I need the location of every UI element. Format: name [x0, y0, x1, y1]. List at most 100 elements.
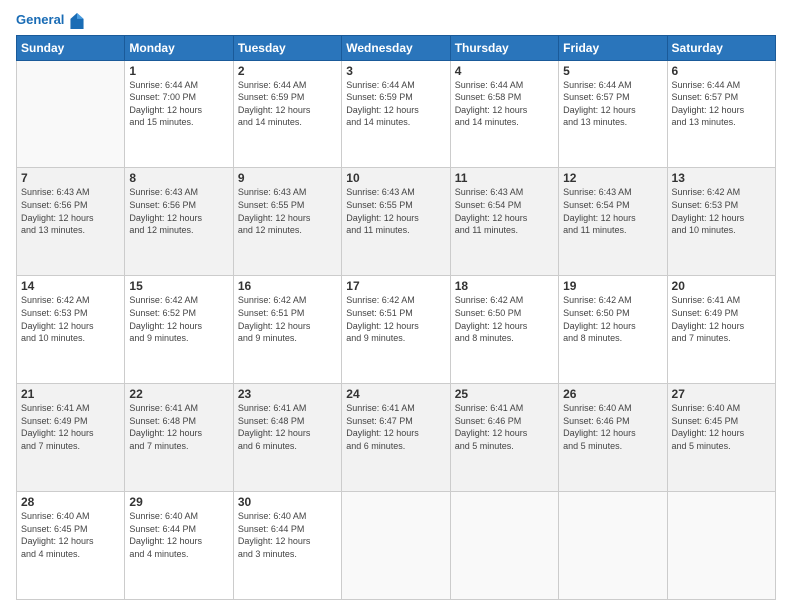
day-number: 18	[455, 279, 554, 293]
day-info: Sunrise: 6:43 AM Sunset: 6:56 PM Dayligh…	[129, 186, 228, 236]
day-info: Sunrise: 6:41 AM Sunset: 6:47 PM Dayligh…	[346, 402, 445, 452]
calendar-table: SundayMondayTuesdayWednesdayThursdayFrid…	[16, 35, 776, 600]
day-number: 26	[563, 387, 662, 401]
day-number: 27	[672, 387, 771, 401]
day-info: Sunrise: 6:44 AM Sunset: 6:59 PM Dayligh…	[238, 79, 337, 129]
calendar-cell: 16Sunrise: 6:42 AM Sunset: 6:51 PM Dayli…	[233, 276, 341, 384]
day-number: 22	[129, 387, 228, 401]
day-number: 7	[21, 171, 120, 185]
day-info: Sunrise: 6:42 AM Sunset: 6:53 PM Dayligh…	[21, 294, 120, 344]
calendar-cell: 19Sunrise: 6:42 AM Sunset: 6:50 PM Dayli…	[559, 276, 667, 384]
logo: General	[16, 12, 84, 27]
day-number: 23	[238, 387, 337, 401]
day-info: Sunrise: 6:43 AM Sunset: 6:54 PM Dayligh…	[563, 186, 662, 236]
calendar-cell: 22Sunrise: 6:41 AM Sunset: 6:48 PM Dayli…	[125, 384, 233, 492]
calendar-cell: 9Sunrise: 6:43 AM Sunset: 6:55 PM Daylig…	[233, 168, 341, 276]
day-number: 12	[563, 171, 662, 185]
day-info: Sunrise: 6:41 AM Sunset: 6:48 PM Dayligh…	[238, 402, 337, 452]
day-info: Sunrise: 6:42 AM Sunset: 6:50 PM Dayligh…	[563, 294, 662, 344]
weekday-header: Wednesday	[342, 35, 450, 60]
day-info: Sunrise: 6:41 AM Sunset: 6:46 PM Dayligh…	[455, 402, 554, 452]
day-number: 1	[129, 64, 228, 78]
day-info: Sunrise: 6:40 AM Sunset: 6:45 PM Dayligh…	[21, 510, 120, 560]
day-info: Sunrise: 6:42 AM Sunset: 6:53 PM Dayligh…	[672, 186, 771, 236]
day-info: Sunrise: 6:41 AM Sunset: 6:49 PM Dayligh…	[21, 402, 120, 452]
day-number: 3	[346, 64, 445, 78]
day-info: Sunrise: 6:40 AM Sunset: 6:45 PM Dayligh…	[672, 402, 771, 452]
day-number: 5	[563, 64, 662, 78]
day-info: Sunrise: 6:43 AM Sunset: 6:55 PM Dayligh…	[346, 186, 445, 236]
logo-text: General	[16, 12, 84, 29]
weekday-header: Monday	[125, 35, 233, 60]
day-info: Sunrise: 6:43 AM Sunset: 6:55 PM Dayligh…	[238, 186, 337, 236]
day-number: 9	[238, 171, 337, 185]
day-number: 30	[238, 495, 337, 509]
calendar-cell: 20Sunrise: 6:41 AM Sunset: 6:49 PM Dayli…	[667, 276, 775, 384]
day-number: 2	[238, 64, 337, 78]
day-info: Sunrise: 6:42 AM Sunset: 6:51 PM Dayligh…	[346, 294, 445, 344]
calendar-cell: 21Sunrise: 6:41 AM Sunset: 6:49 PM Dayli…	[17, 384, 125, 492]
day-info: Sunrise: 6:41 AM Sunset: 6:49 PM Dayligh…	[672, 294, 771, 344]
day-info: Sunrise: 6:44 AM Sunset: 6:57 PM Dayligh…	[672, 79, 771, 129]
calendar-cell: 23Sunrise: 6:41 AM Sunset: 6:48 PM Dayli…	[233, 384, 341, 492]
day-number: 19	[563, 279, 662, 293]
day-number: 8	[129, 171, 228, 185]
day-info: Sunrise: 6:43 AM Sunset: 6:54 PM Dayligh…	[455, 186, 554, 236]
day-number: 11	[455, 171, 554, 185]
day-number: 4	[455, 64, 554, 78]
calendar-cell	[559, 492, 667, 600]
calendar-cell	[450, 492, 558, 600]
day-info: Sunrise: 6:40 AM Sunset: 6:44 PM Dayligh…	[129, 510, 228, 560]
day-number: 28	[21, 495, 120, 509]
day-info: Sunrise: 6:42 AM Sunset: 6:52 PM Dayligh…	[129, 294, 228, 344]
calendar-cell	[17, 60, 125, 168]
weekday-header: Saturday	[667, 35, 775, 60]
day-info: Sunrise: 6:40 AM Sunset: 6:44 PM Dayligh…	[238, 510, 337, 560]
weekday-header: Thursday	[450, 35, 558, 60]
calendar-cell: 12Sunrise: 6:43 AM Sunset: 6:54 PM Dayli…	[559, 168, 667, 276]
weekday-header: Friday	[559, 35, 667, 60]
day-number: 15	[129, 279, 228, 293]
calendar-cell: 15Sunrise: 6:42 AM Sunset: 6:52 PM Dayli…	[125, 276, 233, 384]
weekday-header: Tuesday	[233, 35, 341, 60]
day-number: 20	[672, 279, 771, 293]
header: General	[16, 12, 776, 27]
calendar-cell: 7Sunrise: 6:43 AM Sunset: 6:56 PM Daylig…	[17, 168, 125, 276]
day-info: Sunrise: 6:44 AM Sunset: 6:58 PM Dayligh…	[455, 79, 554, 129]
day-info: Sunrise: 6:41 AM Sunset: 6:48 PM Dayligh…	[129, 402, 228, 452]
day-number: 16	[238, 279, 337, 293]
day-number: 6	[672, 64, 771, 78]
calendar-cell: 29Sunrise: 6:40 AM Sunset: 6:44 PM Dayli…	[125, 492, 233, 600]
day-info: Sunrise: 6:44 AM Sunset: 7:00 PM Dayligh…	[129, 79, 228, 129]
calendar-cell: 4Sunrise: 6:44 AM Sunset: 6:58 PM Daylig…	[450, 60, 558, 168]
page: General SundayMondayTuesdayWednesdayThur…	[0, 0, 792, 612]
day-number: 25	[455, 387, 554, 401]
calendar-cell: 5Sunrise: 6:44 AM Sunset: 6:57 PM Daylig…	[559, 60, 667, 168]
calendar-cell: 2Sunrise: 6:44 AM Sunset: 6:59 PM Daylig…	[233, 60, 341, 168]
day-number: 10	[346, 171, 445, 185]
calendar-cell: 28Sunrise: 6:40 AM Sunset: 6:45 PM Dayli…	[17, 492, 125, 600]
calendar-cell: 8Sunrise: 6:43 AM Sunset: 6:56 PM Daylig…	[125, 168, 233, 276]
day-number: 21	[21, 387, 120, 401]
calendar-cell: 17Sunrise: 6:42 AM Sunset: 6:51 PM Dayli…	[342, 276, 450, 384]
day-info: Sunrise: 6:44 AM Sunset: 6:57 PM Dayligh…	[563, 79, 662, 129]
calendar-cell: 18Sunrise: 6:42 AM Sunset: 6:50 PM Dayli…	[450, 276, 558, 384]
calendar-cell: 13Sunrise: 6:42 AM Sunset: 6:53 PM Dayli…	[667, 168, 775, 276]
weekday-header: Sunday	[17, 35, 125, 60]
day-number: 29	[129, 495, 228, 509]
calendar-cell: 11Sunrise: 6:43 AM Sunset: 6:54 PM Dayli…	[450, 168, 558, 276]
day-info: Sunrise: 6:40 AM Sunset: 6:46 PM Dayligh…	[563, 402, 662, 452]
day-number: 24	[346, 387, 445, 401]
calendar-cell: 26Sunrise: 6:40 AM Sunset: 6:46 PM Dayli…	[559, 384, 667, 492]
day-number: 17	[346, 279, 445, 293]
day-info: Sunrise: 6:43 AM Sunset: 6:56 PM Dayligh…	[21, 186, 120, 236]
calendar-cell	[667, 492, 775, 600]
day-number: 14	[21, 279, 120, 293]
calendar-cell: 3Sunrise: 6:44 AM Sunset: 6:59 PM Daylig…	[342, 60, 450, 168]
calendar-cell	[342, 492, 450, 600]
calendar-cell: 1Sunrise: 6:44 AM Sunset: 7:00 PM Daylig…	[125, 60, 233, 168]
calendar-cell: 10Sunrise: 6:43 AM Sunset: 6:55 PM Dayli…	[342, 168, 450, 276]
day-info: Sunrise: 6:42 AM Sunset: 6:50 PM Dayligh…	[455, 294, 554, 344]
day-info: Sunrise: 6:42 AM Sunset: 6:51 PM Dayligh…	[238, 294, 337, 344]
day-info: Sunrise: 6:44 AM Sunset: 6:59 PM Dayligh…	[346, 79, 445, 129]
